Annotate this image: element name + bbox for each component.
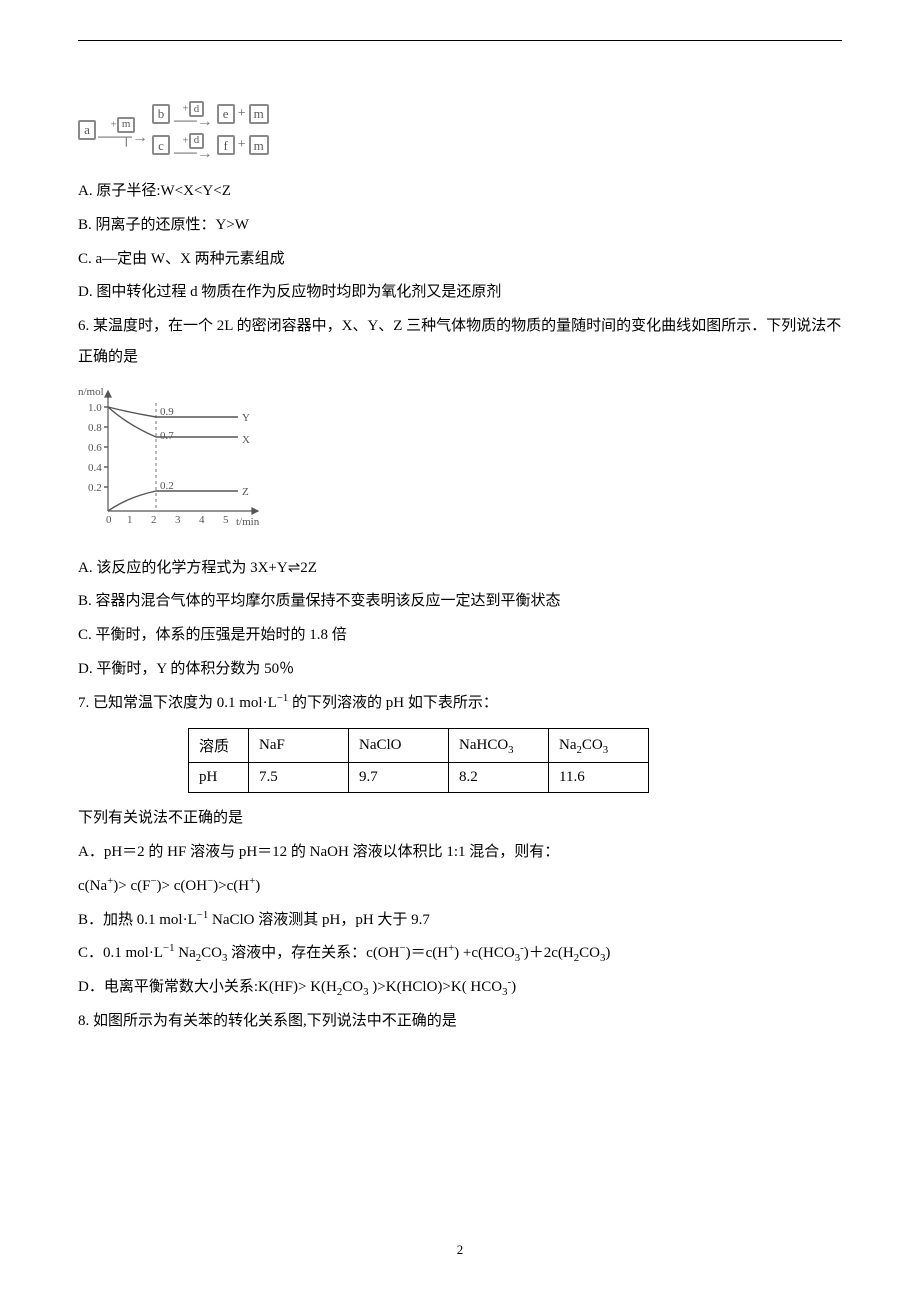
box-f: f bbox=[217, 135, 235, 155]
arrow-a-branch: +m ──┬→ bbox=[98, 117, 148, 143]
th-nahco3: NaHCO3 bbox=[449, 729, 549, 763]
page-number: 2 bbox=[0, 1242, 920, 1258]
svg-text:3: 3 bbox=[175, 514, 181, 526]
q6-option-a: A. 该反应的化学方程式为 3X+Y⇌2Z bbox=[78, 553, 842, 584]
svg-text:5: 5 bbox=[223, 514, 229, 526]
box-m1: m bbox=[249, 104, 269, 124]
q6-stem: 6. 某温度时，在一个 2L 的密闭容器中，X、Y、Z 三种气体物质的物质的量随… bbox=[78, 311, 842, 373]
arrow-b-e: +d ──→ bbox=[174, 101, 213, 127]
th-solute-label: 溶质 bbox=[189, 729, 249, 763]
svg-text:t/min: t/min bbox=[236, 516, 260, 528]
td-ph-naclo: 9.7 bbox=[349, 763, 449, 793]
q8-stem: 8. 如图所示为有关苯的转化关系图,下列说法中不正确的是 bbox=[78, 1006, 842, 1037]
svg-text:2: 2 bbox=[151, 514, 157, 526]
td-ph-label: pH bbox=[189, 763, 249, 793]
q6-option-b: B. 容器内混合气体的平均摩尔质量保持不变表明该反应一定达到平衡状态 bbox=[78, 586, 842, 617]
box-c: c bbox=[152, 135, 170, 155]
th-naf: NaF bbox=[249, 729, 349, 763]
q6-option-c: C. 平衡时，体系的压强是开始时的 1.8 倍 bbox=[78, 620, 842, 651]
q5-diagram: a +m ──┬→ b +d ──→ e + m c bbox=[78, 101, 842, 158]
svg-text:0.2: 0.2 bbox=[88, 482, 102, 494]
svg-text:X: X bbox=[242, 434, 250, 446]
q5-option-d: D. 图中转化过程 d 物质在作为反应物时均即为氧化剂又是还原剂 bbox=[78, 277, 842, 308]
svg-text:0.9: 0.9 bbox=[160, 406, 174, 418]
td-ph-naf: 7.5 bbox=[249, 763, 349, 793]
q7-option-a: A．pH＝2 的 HF 溶液与 pH＝12 的 NaOH 溶液以体积比 1:1 … bbox=[78, 837, 842, 868]
q7-option-d: D．电离平衡常数大小关系:K(HF)> K(H2CO3 )>K(HClO)>K(… bbox=[78, 972, 842, 1003]
td-ph-na2co3: 11.6 bbox=[549, 763, 649, 793]
q7-option-a-line2: c(Na+)> c(F−)> c(OH−)>c(H+) bbox=[78, 871, 842, 902]
svg-text:n/mol: n/mol bbox=[78, 386, 104, 398]
box-m2: m bbox=[249, 135, 269, 155]
q7-option-c: C．0.1 mol·L−1 Na2CO3 溶液中，存在关系：c(OH−)＝c(H… bbox=[78, 938, 842, 969]
svg-text:0.2: 0.2 bbox=[160, 480, 174, 492]
plus-sign-2: + bbox=[237, 137, 247, 153]
q6-option-d: D. 平衡时，Y 的体积分数为 50％ bbox=[78, 654, 842, 685]
th-naclo: NaClO bbox=[349, 729, 449, 763]
svg-text:Z: Z bbox=[242, 486, 249, 498]
box-b: b bbox=[152, 104, 170, 124]
plus-sign: + bbox=[237, 106, 247, 122]
q7-option-b: B．加热 0.1 mol·L−1 NaClO 溶液测其 pH，pH 大于 9.7 bbox=[78, 905, 842, 936]
svg-text:1: 1 bbox=[127, 514, 133, 526]
svg-text:1.0: 1.0 bbox=[88, 402, 102, 414]
svg-text:0.4: 0.4 bbox=[88, 462, 102, 474]
svg-text:0: 0 bbox=[106, 514, 112, 526]
th-na2co3: Na2CO3 bbox=[549, 729, 649, 763]
q5-option-a: A. 原子半径:W<X<Y<Z bbox=[78, 176, 842, 207]
svg-text:0.8: 0.8 bbox=[88, 422, 102, 434]
q7-stem: 7. 已知常温下浓度为 0.1 mol·L−1 的下列溶液的 pH 如下表所示： bbox=[78, 688, 842, 719]
svg-text:0.6: 0.6 bbox=[88, 442, 102, 454]
table-row: 溶质 NaF NaClO NaHCO3 Na2CO3 bbox=[189, 729, 649, 763]
q6-chart: n/mol 1.0 0.8 0.6 0.4 0.2 0 1 2 3 4 5 t/… bbox=[78, 381, 842, 541]
arrow-c-f: +d ──→ bbox=[174, 133, 213, 159]
q7-below: 下列有关说法不正确的是 bbox=[78, 803, 842, 834]
q5-option-b: B. 阴离子的还原性：Y>W bbox=[78, 210, 842, 241]
td-ph-nahco3: 8.2 bbox=[449, 763, 549, 793]
q7-table: 溶质 NaF NaClO NaHCO3 Na2CO3 pH 7.5 9.7 8.… bbox=[188, 728, 649, 793]
svg-text:4: 4 bbox=[199, 514, 205, 526]
q5-option-c: C. a—定由 W、X 两种元素组成 bbox=[78, 244, 842, 275]
page-top-rule bbox=[78, 40, 842, 41]
table-row: pH 7.5 9.7 8.2 11.6 bbox=[189, 763, 649, 793]
svg-text:Y: Y bbox=[242, 412, 250, 424]
svg-text:0.7: 0.7 bbox=[160, 430, 174, 442]
box-e: e bbox=[217, 104, 235, 124]
box-a: a bbox=[78, 120, 96, 140]
